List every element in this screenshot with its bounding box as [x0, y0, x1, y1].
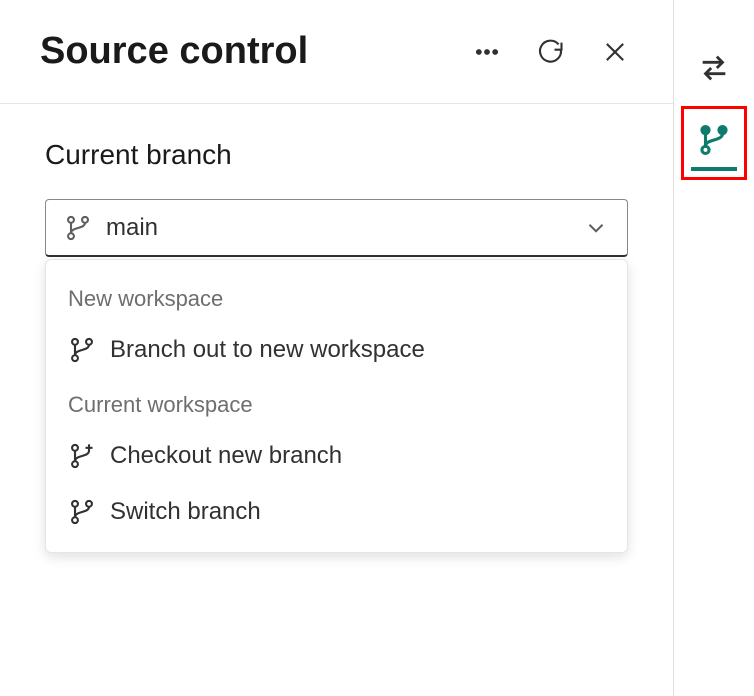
refresh-icon	[537, 38, 565, 66]
rail-active-underline	[691, 167, 737, 171]
right-rail	[674, 0, 754, 696]
menu-item-label: Checkout new branch	[110, 442, 342, 470]
panel-title: Source control	[40, 30, 308, 73]
branch-dropdown: main New workspace Branch out to new wor…	[45, 199, 628, 257]
close-icon	[601, 38, 629, 66]
close-button[interactable]	[597, 34, 633, 70]
chevron-down-icon	[583, 215, 609, 241]
source-control-panel: Source control	[0, 0, 674, 696]
menu-group-new-workspace: New workspace	[46, 272, 627, 322]
selected-branch-name: main	[106, 214, 569, 242]
branch-dropdown-menu: New workspace Branch out to new workspac…	[45, 259, 628, 553]
swap-arrows-icon	[697, 51, 731, 85]
header-actions	[469, 34, 633, 70]
branch-dropdown-trigger[interactable]: main	[45, 199, 628, 257]
branch-plus-icon	[68, 442, 96, 470]
git-branch-icon	[697, 123, 731, 157]
menu-group-current-workspace: Current workspace	[46, 378, 627, 428]
rail-source-control-button[interactable]	[684, 123, 744, 157]
panel-content: Current branch main New workspace	[0, 104, 673, 292]
branch-icon	[64, 214, 92, 242]
menu-item-checkout-new-branch[interactable]: Checkout new branch	[46, 428, 627, 484]
current-branch-label: Current branch	[45, 139, 628, 171]
more-options-button[interactable]	[469, 34, 505, 70]
rail-source-control-highlight	[681, 106, 747, 180]
menu-item-label: Branch out to new workspace	[110, 336, 425, 364]
branch-icon	[68, 498, 96, 526]
branch-icon	[68, 336, 96, 364]
refresh-button[interactable]	[533, 34, 569, 70]
rail-swap-button[interactable]	[684, 38, 744, 98]
menu-item-switch-branch[interactable]: Switch branch	[46, 484, 627, 540]
menu-item-branch-out[interactable]: Branch out to new workspace	[46, 322, 627, 378]
menu-item-label: Switch branch	[110, 498, 261, 526]
more-horizontal-icon	[473, 38, 501, 66]
panel-header: Source control	[0, 0, 673, 104]
